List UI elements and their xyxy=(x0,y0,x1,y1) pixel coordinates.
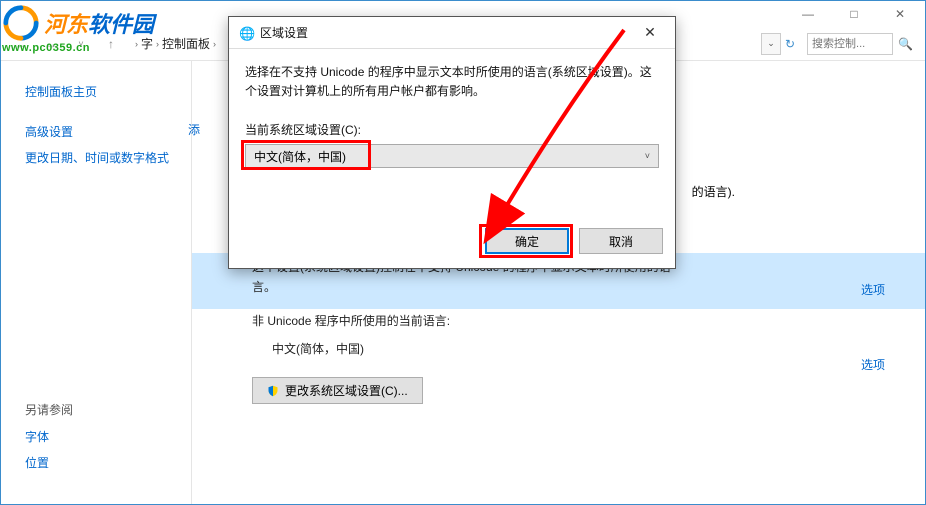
sidebar-font[interactable]: 字体 xyxy=(25,424,179,450)
chevron-right-icon: › xyxy=(213,39,216,49)
breadcrumb[interactable]: › 字 › 控制面板 › xyxy=(135,35,216,52)
locale-selected-value: 中文(简体，中国) xyxy=(254,148,346,165)
locale-label: 当前系统区域设置(C): xyxy=(245,121,659,140)
forward-icon[interactable]: → xyxy=(37,32,65,56)
chevron-right-icon: › xyxy=(135,39,138,49)
breadcrumb-item[interactable]: 控制面板 xyxy=(162,35,210,52)
search-icon[interactable]: 🔍 xyxy=(898,37,913,51)
search-input[interactable] xyxy=(807,33,893,55)
sidebar-change-date[interactable]: 更改日期、时间或数字格式 xyxy=(25,145,179,171)
option-link[interactable]: 选项 xyxy=(861,356,885,373)
close-button[interactable]: ✕ xyxy=(877,2,923,26)
sidebar-advanced[interactable]: 高级设置 xyxy=(25,119,179,145)
globe-icon: 🌐 xyxy=(239,26,253,40)
option-link[interactable]: 选项 xyxy=(861,281,885,298)
change-locale-label: 更改系统区域设置(C)... xyxy=(285,382,408,399)
change-locale-button[interactable]: 更改系统区域设置(C)... xyxy=(252,377,423,404)
sidebar: 控制面板主页 高级设置 更改日期、时间或数字格式 另请参阅 字体 位置 xyxy=(1,61,191,504)
dialog-title: 区域设置 xyxy=(260,24,635,41)
ok-button[interactable]: 确定 xyxy=(485,228,569,254)
locale-select[interactable]: 中文(简体，中国) ˅ xyxy=(245,144,659,168)
maximize-button[interactable]: □ xyxy=(831,2,877,26)
partial-text: 添 xyxy=(188,121,200,138)
back-icon[interactable]: ← xyxy=(7,32,35,56)
recent-icon[interactable]: ˅ xyxy=(67,32,95,56)
breadcrumb-dropdown[interactable]: ⌄ xyxy=(761,33,781,55)
dialog-close-button[interactable]: ✕ xyxy=(635,24,665,41)
dialog-titlebar: 🌐 区域设置 ✕ xyxy=(229,17,675,49)
chevron-right-icon: › xyxy=(156,39,159,49)
sidebar-home[interactable]: 控制面板主页 xyxy=(25,79,179,105)
cancel-button[interactable]: 取消 xyxy=(579,228,663,254)
sidebar-location[interactable]: 位置 xyxy=(25,450,179,476)
minimize-button[interactable]: — xyxy=(785,2,831,26)
refresh-icon[interactable]: ↻ xyxy=(785,37,795,51)
content-heading: 非 Unicode 程序中所使用的当前语言: xyxy=(252,311,907,331)
chevron-down-icon: ˅ xyxy=(645,151,650,161)
dialog-description: 选择在不支持 Unicode 的程序中显示文本时所使用的语言(系统区域设置)。这… xyxy=(245,63,659,101)
up-icon[interactable]: ↑ xyxy=(97,32,125,56)
region-settings-dialog: 🌐 区域设置 ✕ 选择在不支持 Unicode 的程序中显示文本时所使用的语言(… xyxy=(228,16,676,269)
shield-icon xyxy=(267,385,279,397)
current-language-value: 中文(简体，中国) xyxy=(252,339,907,359)
breadcrumb-item[interactable]: 字 xyxy=(141,35,153,52)
sidebar-footer-label: 另请参阅 xyxy=(25,401,179,418)
